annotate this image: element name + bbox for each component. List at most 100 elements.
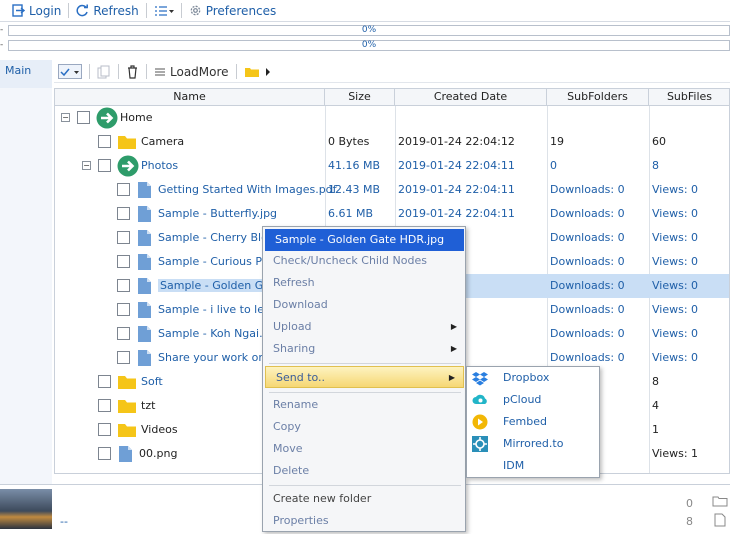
subfolders-cell: Downloads: 0	[550, 231, 625, 244]
breadcrumb-arrow-icon[interactable]	[264, 67, 272, 77]
menu-item-upload[interactable]: Upload ▶	[263, 316, 465, 338]
row-name[interactable]: Photos	[141, 159, 178, 172]
sidebar-item-main[interactable]: Main	[0, 60, 52, 88]
row-checkbox[interactable]	[117, 231, 130, 244]
menu-item-download[interactable]: Download	[263, 294, 465, 316]
row-checkbox[interactable]	[98, 159, 111, 172]
menu-item-rename[interactable]: Rename	[263, 394, 465, 416]
subfiles-cell: 60	[652, 135, 666, 148]
subfiles-cell: Views: 1	[652, 447, 699, 460]
menu-item-sharing[interactable]: Sharing ▶	[263, 338, 465, 360]
context-menu: Sample - Golden Gate HDR.jpg Check/Unche…	[262, 226, 466, 532]
row-checkbox[interactable]	[77, 111, 90, 124]
row-name[interactable]: Sample - Curious Por	[158, 255, 273, 268]
menu-item-check[interactable]: Check/Uncheck Child Nodes	[263, 250, 465, 272]
row-name[interactable]: Soft	[141, 375, 163, 388]
row-checkbox[interactable]	[117, 183, 130, 196]
row-name[interactable]: Sample - Cherry Blos	[158, 231, 274, 244]
row-checkbox[interactable]	[117, 207, 130, 220]
created-cell: 2019-01-24 22:04:11	[398, 207, 515, 220]
column-header-created[interactable]: Created Date	[395, 89, 547, 106]
submenu-arrow-icon: ▶	[450, 344, 457, 353]
file-icon	[138, 350, 151, 366]
row-checkbox[interactable]	[117, 255, 130, 268]
menu-item-properties[interactable]: Properties	[263, 510, 465, 532]
submenu-item-dropbox[interactable]: Dropbox	[467, 367, 599, 389]
thumbnail-image	[0, 489, 52, 529]
row-name[interactable]: Sample - Butterfly.jpg	[158, 207, 277, 220]
delete-icon[interactable]	[126, 64, 139, 79]
created-cell	[395, 106, 547, 130]
row-name[interactable]: Camera	[141, 135, 184, 148]
collapse-toggle[interactable]: −	[82, 161, 91, 170]
table-row[interactable]: − Home	[55, 106, 729, 130]
file-icon	[138, 230, 151, 246]
collapse-toggle[interactable]: −	[61, 113, 70, 122]
folder-outline-icon	[712, 495, 728, 510]
row-name[interactable]: Sample - Golden Gat	[158, 279, 277, 292]
row-name[interactable]: Sample - Koh Ngai.jp	[158, 327, 273, 340]
main-toolbar: Login Refresh Preferences	[0, 0, 730, 22]
row-checkbox[interactable]	[117, 279, 130, 292]
subfolders-cell: Downloads: 0	[550, 279, 625, 292]
column-header-size[interactable]: Size	[325, 89, 395, 106]
menu-item-new-folder[interactable]: Create new folder	[263, 488, 465, 510]
subfolders-cell: 19	[550, 135, 564, 148]
table-row[interactable]: Sample - Butterfly.jpg 6.61 MB 2019-01-24 …	[55, 202, 729, 226]
row-name[interactable]: Getting Started With Images.pdf	[158, 183, 337, 196]
send-to-submenu: Dropbox pCloud Fembed Mirrored.to IDM	[466, 366, 600, 478]
subfiles-cell: Views: 0	[652, 351, 699, 364]
menu-item-delete[interactable]: Delete	[263, 460, 465, 482]
row-name[interactable]: Videos	[141, 423, 178, 436]
row-name[interactable]: Home	[120, 111, 152, 124]
row-checkbox[interactable]	[98, 447, 111, 460]
row-checkbox[interactable]	[117, 351, 130, 364]
row-checkbox[interactable]	[98, 423, 111, 436]
progress-dash-1: -	[0, 25, 4, 35]
column-header-subfiles[interactable]: SubFiles	[649, 89, 729, 106]
row-name[interactable]: Share your work on N	[158, 351, 277, 364]
preferences-button[interactable]: Preferences	[185, 2, 281, 20]
size-cell: 6.61 MB	[328, 207, 374, 220]
submenu-item-idm[interactable]: IDM	[467, 455, 599, 477]
load-more-button[interactable]: LoadMore	[170, 65, 229, 79]
file-icon	[138, 302, 151, 318]
row-name[interactable]: 00.png	[139, 447, 177, 460]
fembed-play-icon	[472, 414, 488, 430]
check-all-dropdown[interactable]	[58, 64, 82, 79]
menu-item-send-to[interactable]: Send to.. ▶	[265, 366, 464, 388]
row-name[interactable]: tzt	[141, 399, 155, 412]
subfiles-cell: Views: 0	[652, 183, 699, 196]
row-checkbox[interactable]	[117, 303, 130, 316]
submenu-item-mirrored[interactable]: Mirrored.to	[467, 433, 599, 455]
column-header-subfolders[interactable]: SubFolders	[547, 89, 649, 106]
submenu-item-pcloud[interactable]: pCloud	[467, 389, 599, 411]
subfiles-cell: Views: 0	[652, 279, 699, 292]
menu-item-move[interactable]: Move	[263, 438, 465, 460]
table-row[interactable]: Getting Started With Images.pdf 12.43 MB 2…	[55, 178, 729, 202]
subfolders-cell: Downloads: 0	[550, 183, 625, 196]
bottom-status-dash: --	[60, 515, 68, 528]
folder-icon	[118, 136, 136, 149]
column-header-name[interactable]: Name	[55, 89, 325, 106]
submenu-arrow-icon: ▶	[448, 373, 455, 382]
subfolders-cell: 0	[550, 159, 557, 172]
row-checkbox[interactable]	[98, 399, 111, 412]
subfiles-cell: 4	[652, 399, 659, 412]
view-options-dropdown[interactable]	[150, 2, 178, 20]
subfolders-cell: Downloads: 0	[550, 303, 625, 316]
row-checkbox[interactable]	[98, 135, 111, 148]
submenu-item-fembed[interactable]: Fembed	[467, 411, 599, 433]
menu-item-copy[interactable]: Copy	[263, 416, 465, 438]
table-row[interactable]: − Photos 41.16 MB 2019-01-24 22:04:11 0 8	[55, 154, 729, 178]
row-name[interactable]: Sample - i live to let y	[158, 303, 278, 316]
table-row[interactable]: Camera 0 Bytes 2019-01-24 22:04:12 19 60	[55, 130, 729, 154]
refresh-button[interactable]: Refresh	[72, 2, 142, 20]
copy-icon[interactable]	[97, 65, 111, 79]
subfolders-cell: Downloads: 0	[550, 207, 625, 220]
row-checkbox[interactable]	[117, 327, 130, 340]
login-button[interactable]: Login	[8, 2, 65, 20]
row-checkbox[interactable]	[98, 375, 111, 388]
subfiles-cell: Views: 0	[652, 231, 699, 244]
menu-item-refresh[interactable]: Refresh	[263, 272, 465, 294]
